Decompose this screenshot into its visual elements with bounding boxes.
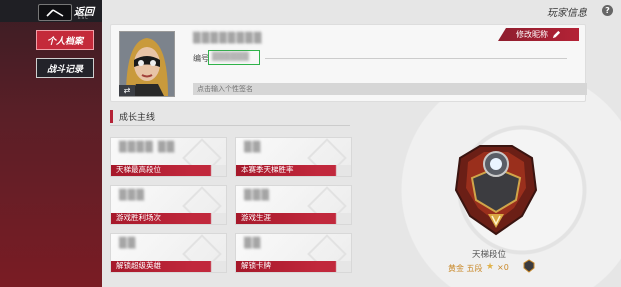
divider [265, 58, 567, 59]
stat-value: ▒▒▒ [244, 190, 271, 201]
divider [110, 125, 350, 126]
back-button[interactable] [38, 4, 72, 21]
page-title: 玩家信息 [547, 8, 587, 19]
rank-stars: ×0 [497, 263, 509, 272]
stat-label: 解锁卡牌 [241, 261, 271, 270]
main-panel: 玩家信息 ? ⇄ ▒▒▒▒▒▒▒▒ 编号 ▒▒▒▒▒▒ 修改昵称 点击输入个性签… [102, 0, 621, 287]
edit-name-button[interactable]: 修改昵称 [498, 28, 579, 41]
stat-label: 游戏胜利场次 [116, 213, 161, 222]
swap-avatar-icon[interactable]: ⇄ [119, 85, 135, 96]
stat-value: ▒▒ [119, 238, 137, 249]
rank-tier: 黄金 五段 [448, 264, 483, 273]
id-label: 编号 [193, 54, 209, 63]
stat-card-season-winrate[interactable]: ▒▒ 本赛季天梯胜率 [235, 137, 352, 177]
rank-emblem-icon[interactable] [450, 138, 542, 238]
stat-card-cards[interactable]: ▒▒ 解锁卡牌 [235, 233, 352, 273]
profile-card: ⇄ ▒▒▒▒▒▒▒▒ 编号 ▒▒▒▒▒▒ 修改昵称 [110, 24, 587, 102]
tab-profile[interactable]: 个人档案 [36, 30, 94, 50]
stat-card-highest-rank[interactable]: ▒▒▒▒ ▒▒ 天梯最高段位 [110, 137, 227, 177]
stat-value: ▒▒▒ [119, 190, 146, 201]
stat-label: 游戏生涯 [241, 213, 271, 222]
stat-card-wins[interactable]: ▒▒▒ 游戏胜利场次 [110, 185, 227, 225]
stat-card-heroes[interactable]: ▒▒ 解锁超级英雄 [110, 233, 227, 273]
star-icon: ★ [486, 262, 495, 272]
pencil-icon [552, 30, 561, 39]
player-id: ▒▒▒▒▒▒ [212, 52, 249, 61]
stat-label: 本赛季天梯胜率 [241, 165, 294, 174]
player-name: ▒▒▒▒▒▒▒▒ [193, 33, 263, 44]
topbar: 玩家信息 ? [102, 0, 621, 22]
stat-label: 解锁超级英雄 [116, 261, 161, 270]
stat-card-career[interactable]: ▒▒▒ 游戏生涯 [235, 185, 352, 225]
growth-title: 成长主线 [110, 110, 155, 123]
back-hint: ESC [78, 15, 89, 20]
rank-title: 天梯段位 [472, 250, 507, 260]
stat-value: ▒▒▒▒ ▒▒ [119, 142, 176, 153]
help-icon[interactable]: ? [602, 5, 613, 16]
back-arrow-icon [46, 8, 64, 17]
edit-name-label: 修改昵称 [516, 30, 548, 39]
stat-label: 天梯最高段位 [116, 165, 161, 174]
rank-mini-icon [523, 259, 535, 273]
signature-input[interactable] [193, 83, 587, 95]
stat-value: ▒▒ [244, 238, 262, 249]
sidebar: 返回 ESC 个人档案 战斗记录 [0, 0, 102, 287]
stat-value: ▒▒ [244, 142, 262, 153]
tab-battle-records[interactable]: 战斗记录 [36, 58, 94, 78]
